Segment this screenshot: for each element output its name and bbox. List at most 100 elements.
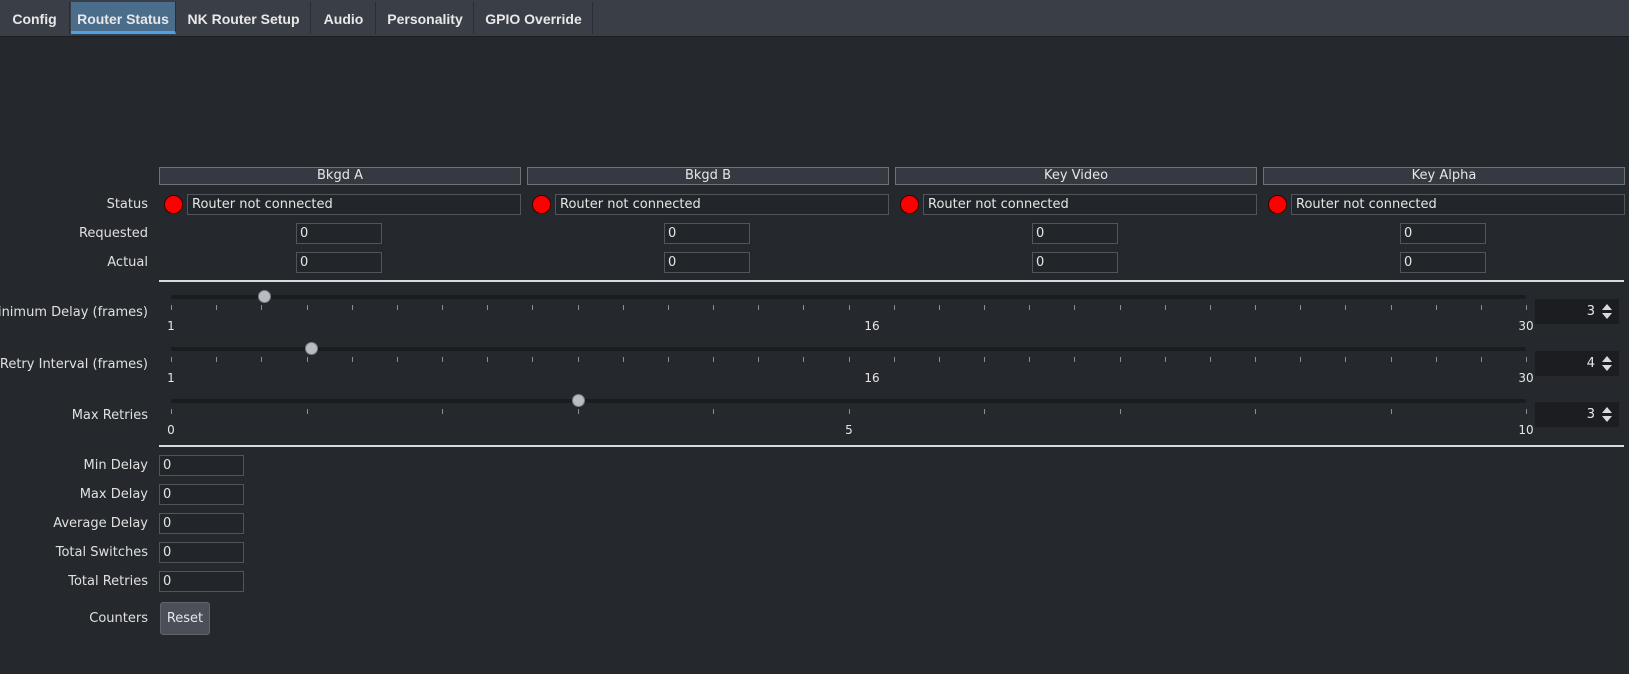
- slider-tick: [849, 409, 850, 414]
- tab-gpio-override[interactable]: GPIO Override: [475, 2, 593, 34]
- slider-tick: [1391, 409, 1392, 414]
- total-retries-label: Total Retries: [68, 574, 148, 589]
- slider-tick: [984, 305, 985, 310]
- slider-tick: [1526, 305, 1527, 310]
- slider-tick: [668, 357, 669, 362]
- slider-tick: [1120, 305, 1121, 310]
- slider-tick: [532, 357, 533, 362]
- slider-tick: [1074, 357, 1075, 362]
- slider-tick: [171, 357, 172, 362]
- slider-tick: [939, 357, 940, 362]
- slider-tick: [758, 305, 759, 310]
- slider-tick-label: 5: [845, 423, 853, 437]
- slider-tick: [442, 305, 443, 310]
- minimum-delay-slider[interactable]: [171, 295, 1526, 299]
- slider-tick: [261, 305, 262, 310]
- requested-field-bkgd-a[interactable]: 0: [296, 223, 382, 244]
- slider-tick: [803, 357, 804, 362]
- tab-audio[interactable]: Audio: [312, 2, 376, 34]
- slider-tick: [849, 305, 850, 310]
- slider-tick: [894, 305, 895, 310]
- slider-tick-label: 1: [167, 319, 175, 333]
- slider-tick: [1436, 357, 1437, 362]
- slider-tick: [984, 409, 985, 414]
- column-header-bkgd-a: Bkgd A: [159, 167, 521, 185]
- counters-label: Counters: [89, 611, 148, 626]
- average-delay-field: 0: [159, 513, 244, 534]
- slider-tick: [397, 357, 398, 362]
- tab-bar: Config Router Status NK Router Setup Aud…: [0, 0, 1629, 37]
- slider-tick: [713, 305, 714, 310]
- actual-field-key-video[interactable]: 0: [1032, 252, 1118, 273]
- slider-tick: [1436, 305, 1437, 310]
- spin-up-icon[interactable]: [1602, 407, 1612, 413]
- slider-tick: [713, 409, 714, 414]
- reset-button[interactable]: Reset: [160, 602, 210, 635]
- slider-handle[interactable]: [572, 394, 585, 407]
- slider-tick: [758, 357, 759, 362]
- actual-row-label: Actual: [107, 255, 148, 270]
- requested-field-key-alpha[interactable]: 0: [1400, 223, 1486, 244]
- slider-tick: [1481, 357, 1482, 362]
- total-switches-field: 0: [159, 542, 244, 563]
- slider-tick: [216, 357, 217, 362]
- slider-tick: [1210, 357, 1211, 362]
- status-row-label: Status: [106, 197, 148, 212]
- slider-tick: [397, 305, 398, 310]
- slider-tick-label: 30: [1518, 319, 1534, 333]
- slider-tick: [261, 357, 262, 362]
- slider-tick-label: 0: [167, 423, 175, 437]
- slider-tick: [307, 305, 308, 310]
- max-delay-label: Max Delay: [79, 487, 148, 502]
- spin-up-icon[interactable]: [1602, 304, 1612, 310]
- slider-handle[interactable]: [258, 290, 271, 303]
- slider-tick: [984, 357, 985, 362]
- slider-tick: [171, 305, 172, 310]
- slider-tick: [1165, 357, 1166, 362]
- status-led-bkgd-b: [532, 195, 551, 214]
- status-led-bkgd-a: [164, 195, 183, 214]
- slider-tick: [1300, 357, 1301, 362]
- column-header-key-alpha: Key Alpha: [1263, 167, 1625, 185]
- tab-config[interactable]: Config: [0, 2, 70, 34]
- minimum-delay-spinbox[interactable]: 3: [1535, 299, 1619, 324]
- slider-tick: [668, 305, 669, 310]
- slider-tick: [1029, 357, 1030, 362]
- slider-tick: [713, 357, 714, 362]
- spin-up-icon[interactable]: [1602, 356, 1612, 362]
- spin-down-icon[interactable]: [1602, 313, 1612, 319]
- retry-interval-slider[interactable]: [171, 347, 1526, 351]
- slider-tick: [532, 305, 533, 310]
- spin-down-icon[interactable]: [1602, 365, 1612, 371]
- slider-handle[interactable]: [305, 342, 318, 355]
- slider-tick: [1255, 357, 1256, 362]
- status-text-bkgd-b: Router not connected: [555, 194, 889, 215]
- slider-tick-label: 30: [1518, 371, 1534, 385]
- slider-tick: [578, 409, 579, 414]
- requested-field-bkgd-b[interactable]: 0: [664, 223, 750, 244]
- tab-router-status[interactable]: Router Status: [71, 2, 176, 34]
- slider-tick: [1300, 305, 1301, 310]
- slider-tick: [1345, 357, 1346, 362]
- tab-personality[interactable]: Personality: [377, 2, 474, 34]
- slider-tick: [352, 357, 353, 362]
- slider-tick: [1120, 409, 1121, 414]
- minimum-delay-label: Minimum Delay (frames): [0, 305, 148, 320]
- retry-interval-spinbox[interactable]: 4: [1535, 351, 1619, 376]
- slider-tick: [442, 357, 443, 362]
- slider-tick: [1210, 305, 1211, 310]
- actual-field-key-alpha[interactable]: 0: [1400, 252, 1486, 273]
- spin-down-icon[interactable]: [1602, 416, 1612, 422]
- max-retries-label: Max Retries: [71, 408, 148, 423]
- max-retries-spinbox[interactable]: 3: [1535, 402, 1619, 427]
- retry-interval-value: 4: [1586, 356, 1595, 371]
- divider: [159, 445, 1624, 447]
- actual-field-bkgd-a[interactable]: 0: [296, 252, 382, 273]
- requested-field-key-video[interactable]: 0: [1032, 223, 1118, 244]
- slider-tick: [1391, 305, 1392, 310]
- tab-nk-router-setup[interactable]: NK Router Setup: [177, 2, 311, 34]
- actual-field-bkgd-b[interactable]: 0: [664, 252, 750, 273]
- max-retries-slider[interactable]: [171, 399, 1526, 403]
- slider-tick: [216, 305, 217, 310]
- status-text-key-video: Router not connected: [923, 194, 1257, 215]
